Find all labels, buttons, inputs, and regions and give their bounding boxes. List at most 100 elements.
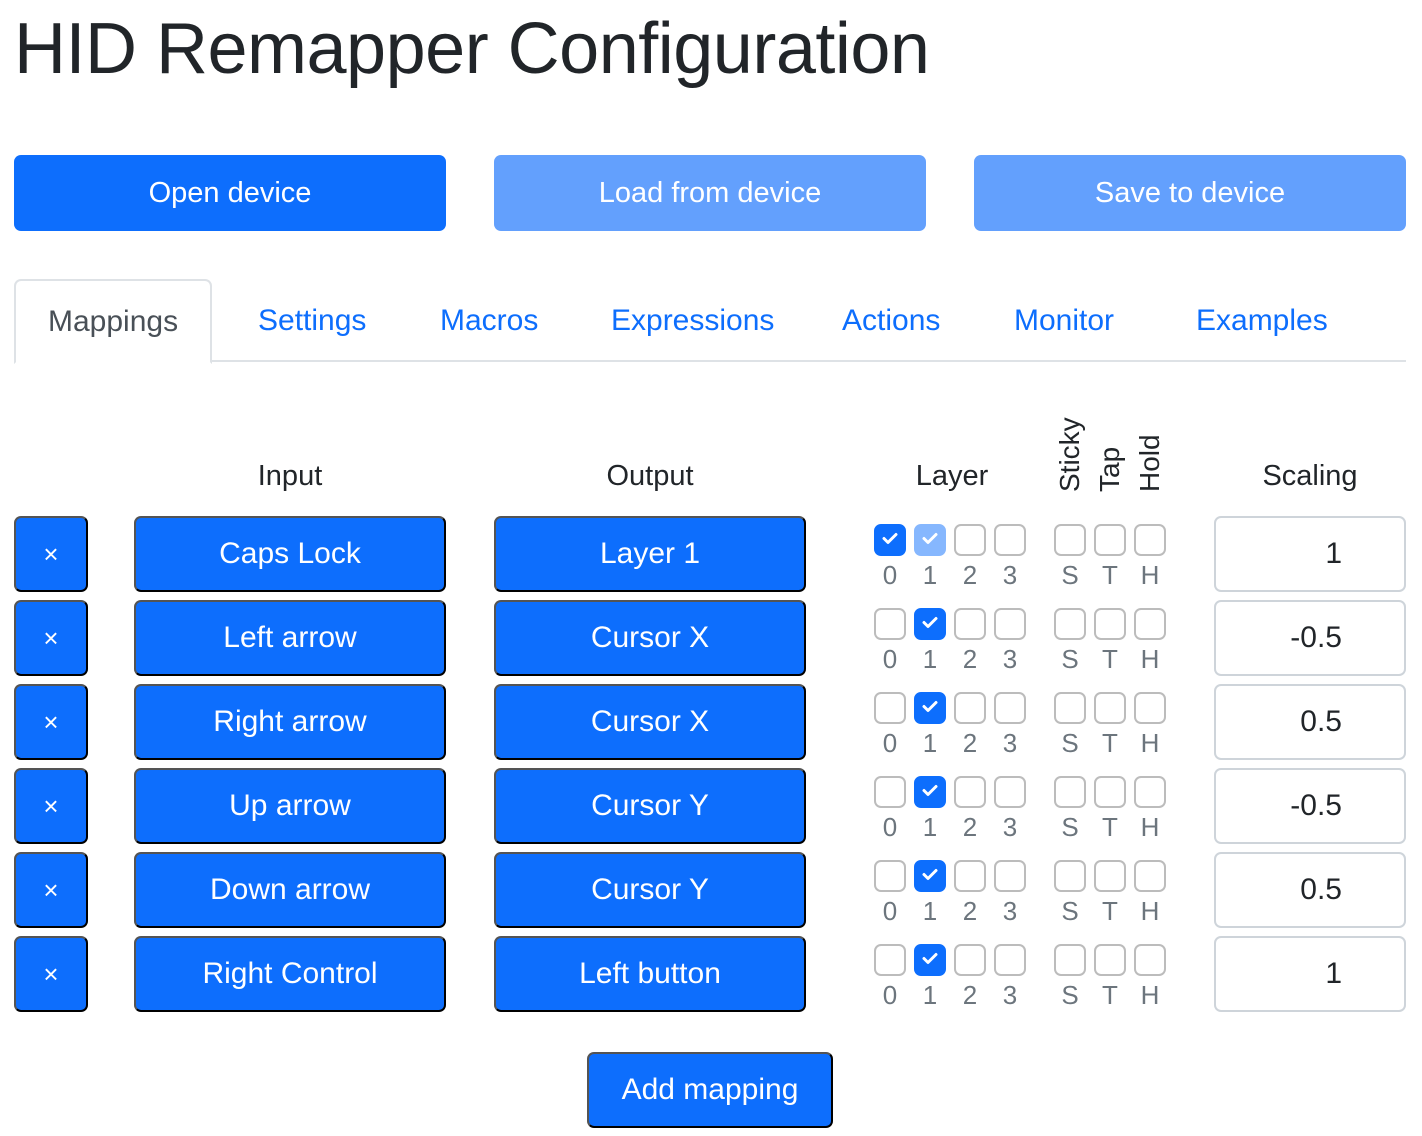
hold-checkbox[interactable] — [1134, 608, 1166, 640]
layer-3-checkbox[interactable] — [994, 692, 1026, 724]
tap-header: Tap — [1094, 446, 1125, 492]
hold-label: H — [1140, 644, 1160, 674]
tap-checkbox[interactable] — [1094, 608, 1126, 640]
sticky-checkbox[interactable] — [1054, 860, 1086, 892]
sticky-label: S — [1061, 896, 1079, 926]
sticky-label: S — [1061, 980, 1079, 1010]
tap-checkbox[interactable] — [1094, 860, 1126, 892]
layer-3-label: 3 — [1002, 896, 1018, 926]
tab-macros[interactable]: Macros — [440, 279, 538, 362]
tap-label: T — [1102, 728, 1118, 758]
tap-checkbox[interactable] — [1094, 776, 1126, 808]
sticky-checkbox[interactable] — [1054, 524, 1086, 556]
tap-checkbox[interactable] — [1094, 692, 1126, 724]
input-button[interactable]: Left arrow — [134, 600, 446, 676]
layer-1-checkbox[interactable] — [914, 524, 946, 556]
sticky-checkbox[interactable] — [1054, 776, 1086, 808]
tab-settings[interactable]: Settings — [258, 279, 366, 362]
tap-checkbox[interactable] — [1094, 524, 1126, 556]
layer-3-checkbox[interactable] — [994, 608, 1026, 640]
output-button[interactable]: Cursor X — [494, 600, 806, 676]
layer-2-label: 2 — [962, 896, 978, 926]
delete-mapping-button[interactable]: × — [14, 516, 88, 592]
layer-2-checkbox[interactable] — [954, 944, 986, 976]
layer-0-checkbox[interactable] — [874, 860, 906, 892]
delete-mapping-button[interactable]: × — [14, 936, 88, 1012]
sticky-checkbox[interactable] — [1054, 692, 1086, 724]
layer-2-checkbox[interactable] — [954, 692, 986, 724]
sticky-label: S — [1061, 560, 1079, 590]
layer-0-checkbox[interactable] — [874, 608, 906, 640]
layer-2-checkbox[interactable] — [954, 608, 986, 640]
hold-checkbox[interactable] — [1134, 524, 1166, 556]
layer-1-checkbox[interactable] — [914, 944, 946, 976]
layer-0-checkbox[interactable] — [874, 944, 906, 976]
output-button[interactable]: Cursor X — [494, 684, 806, 760]
output-button[interactable]: Layer 1 — [494, 516, 806, 592]
scaling-input[interactable]: 0.5 — [1214, 852, 1406, 928]
layer-0-checkbox[interactable] — [874, 692, 906, 724]
scaling-input[interactable]: 1 — [1214, 936, 1406, 1012]
delete-mapping-button[interactable]: × — [14, 852, 88, 928]
input-header: Input — [257, 460, 323, 492]
tap-label: T — [1102, 560, 1118, 590]
scaling-input[interactable]: -0.5 — [1214, 600, 1406, 676]
layer-1-label: 1 — [922, 728, 938, 758]
delete-mapping-button[interactable]: × — [14, 600, 88, 676]
layer-3-checkbox[interactable] — [994, 524, 1026, 556]
check-icon — [920, 696, 940, 720]
tab-actions[interactable]: Actions — [842, 279, 940, 362]
layer-3-checkbox[interactable] — [994, 776, 1026, 808]
layer-0-checkbox[interactable] — [874, 776, 906, 808]
hold-label: H — [1140, 896, 1160, 926]
layer-0-checkbox[interactable] — [874, 524, 906, 556]
input-button[interactable]: Caps Lock — [134, 516, 446, 592]
tap-label: T — [1102, 644, 1118, 674]
delete-mapping-button[interactable]: × — [14, 684, 88, 760]
input-button[interactable]: Down arrow — [134, 852, 446, 928]
input-button[interactable]: Right arrow — [134, 684, 446, 760]
layer-0-label: 0 — [882, 644, 898, 674]
mapping-row: × Caps Lock Layer 10123STH1 — [0, 516, 1422, 592]
open-device-button[interactable]: Open device — [14, 155, 446, 231]
layer-0-label: 0 — [882, 980, 898, 1010]
output-button[interactable]: Left button — [494, 936, 806, 1012]
hold-checkbox[interactable] — [1134, 944, 1166, 976]
tap-checkbox[interactable] — [1094, 944, 1126, 976]
output-button[interactable]: Cursor Y — [494, 852, 806, 928]
scaling-input[interactable]: 0.5 — [1214, 684, 1406, 760]
tab-examples[interactable]: Examples — [1196, 279, 1328, 362]
layer-1-checkbox[interactable] — [914, 692, 946, 724]
hold-checkbox[interactable] — [1134, 692, 1166, 724]
delete-mapping-button[interactable]: × — [14, 768, 88, 844]
save-to-device-button[interactable]: Save to device — [974, 155, 1406, 231]
layer-3-label: 3 — [1002, 728, 1018, 758]
layer-1-checkbox[interactable] — [914, 776, 946, 808]
layer-3-checkbox[interactable] — [994, 944, 1026, 976]
layer-2-checkbox[interactable] — [954, 524, 986, 556]
output-button[interactable]: Cursor Y — [494, 768, 806, 844]
input-button[interactable]: Up arrow — [134, 768, 446, 844]
layer-3-checkbox[interactable] — [994, 860, 1026, 892]
hold-checkbox[interactable] — [1134, 776, 1166, 808]
sticky-checkbox[interactable] — [1054, 944, 1086, 976]
mapping-row: × Right arrow Cursor X 0 1 2 3 S T H 0.5 — [0, 684, 1422, 760]
layer-2-label: 2 — [962, 644, 978, 674]
layer-header: Layer — [915, 460, 989, 492]
hold-label: H — [1140, 812, 1160, 842]
input-button[interactable]: Right Control — [134, 936, 446, 1012]
tab-monitor[interactable]: Monitor — [1014, 279, 1114, 362]
layer-2-checkbox[interactable] — [954, 776, 986, 808]
scaling-input[interactable]: 1 — [1214, 516, 1406, 592]
check-icon — [920, 612, 940, 636]
layer-2-checkbox[interactable] — [954, 860, 986, 892]
sticky-checkbox[interactable] — [1054, 608, 1086, 640]
add-mapping-button[interactable]: Add mapping — [587, 1052, 833, 1128]
layer-1-checkbox[interactable] — [914, 860, 946, 892]
load-from-device-button[interactable]: Load from device — [494, 155, 926, 231]
hold-checkbox[interactable] — [1134, 860, 1166, 892]
scaling-input[interactable]: -0.5 — [1214, 768, 1406, 844]
tab-mappings[interactable]: Mappings — [14, 279, 213, 364]
tab-expressions[interactable]: Expressions — [611, 279, 774, 362]
layer-1-checkbox[interactable] — [914, 608, 946, 640]
